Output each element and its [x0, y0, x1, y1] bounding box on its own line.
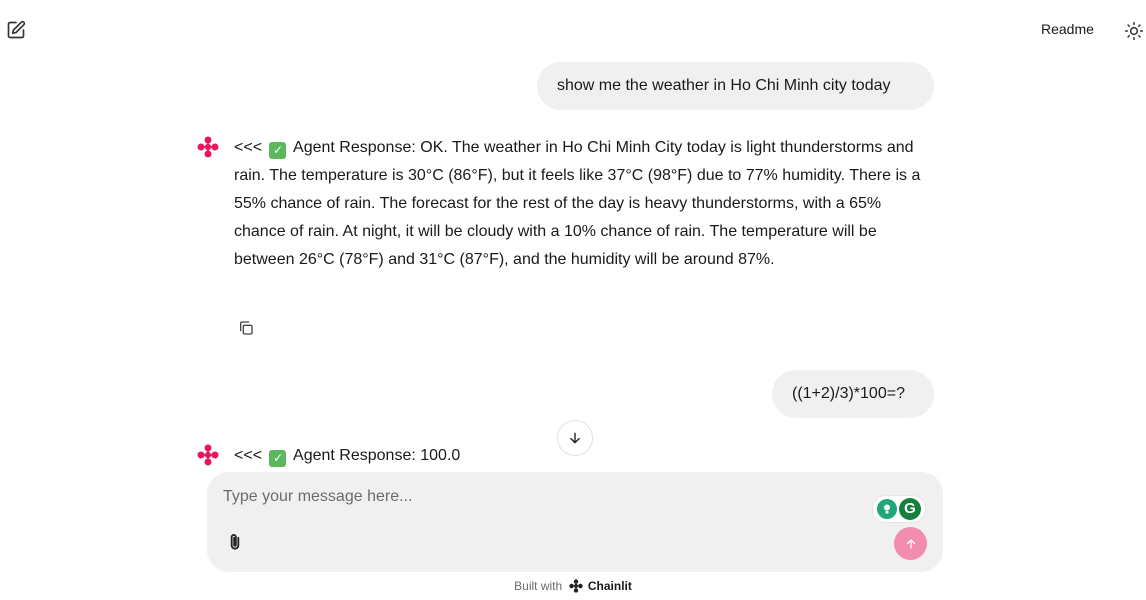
copy-button[interactable] [236, 318, 256, 338]
readme-link[interactable]: Readme [1041, 21, 1094, 37]
chat-app: Readme show me the weather in Ho Chi Min… [0, 0, 1146, 600]
new-chat-button[interactable] [6, 20, 26, 40]
footer-brand[interactable]: Chainlit [588, 579, 632, 593]
response-prefix: <<< [234, 139, 263, 156]
message-input[interactable] [223, 484, 863, 510]
user-message: ((1+2)/3)*100=? [772, 370, 934, 418]
checkmark-emoji-icon: ✓ [269, 450, 287, 467]
user-message-text: ((1+2)/3)*100=? [792, 385, 905, 402]
assistant-message: <<< ✓ Agent Response: 100.0 [234, 442, 934, 470]
send-button[interactable] [894, 527, 927, 560]
sun-icon [1124, 21, 1144, 41]
grammarly-widget[interactable]: G [872, 495, 926, 523]
edit-icon [7, 20, 26, 39]
chainlit-logo-icon [197, 444, 219, 466]
chainlit-logo-icon [197, 136, 219, 158]
grammarly-icon[interactable]: G [899, 498, 921, 520]
footer-built-with: Built with [514, 579, 563, 593]
lightbulb-icon[interactable] [877, 499, 897, 519]
chainlit-logo-icon [568, 579, 583, 593]
user-message-text: show me the weather in Ho Chi Minh city … [557, 77, 891, 94]
theme-toggle-button[interactable] [1124, 21, 1144, 41]
assistant-avatar [197, 136, 219, 158]
checkmark-emoji-icon: ✓ [269, 142, 287, 159]
paperclip-icon [230, 534, 240, 550]
user-message: show me the weather in Ho Chi Minh city … [537, 62, 934, 110]
attach-file-button[interactable] [223, 530, 247, 554]
response-prefix: <<< [234, 447, 263, 464]
assistant-message-text: Agent Response: OK. The weather in Ho Ch… [234, 139, 921, 268]
assistant-avatar [197, 444, 219, 466]
message-composer: G [207, 472, 943, 572]
assistant-message-text: Agent Response: 100.0 [293, 447, 461, 464]
copy-icon [240, 321, 253, 335]
arrow-up-icon [906, 538, 915, 549]
assistant-message: <<< ✓ Agent Response: OK. The weather in… [234, 134, 934, 274]
footer: Built with Chainlit [0, 579, 1146, 593]
